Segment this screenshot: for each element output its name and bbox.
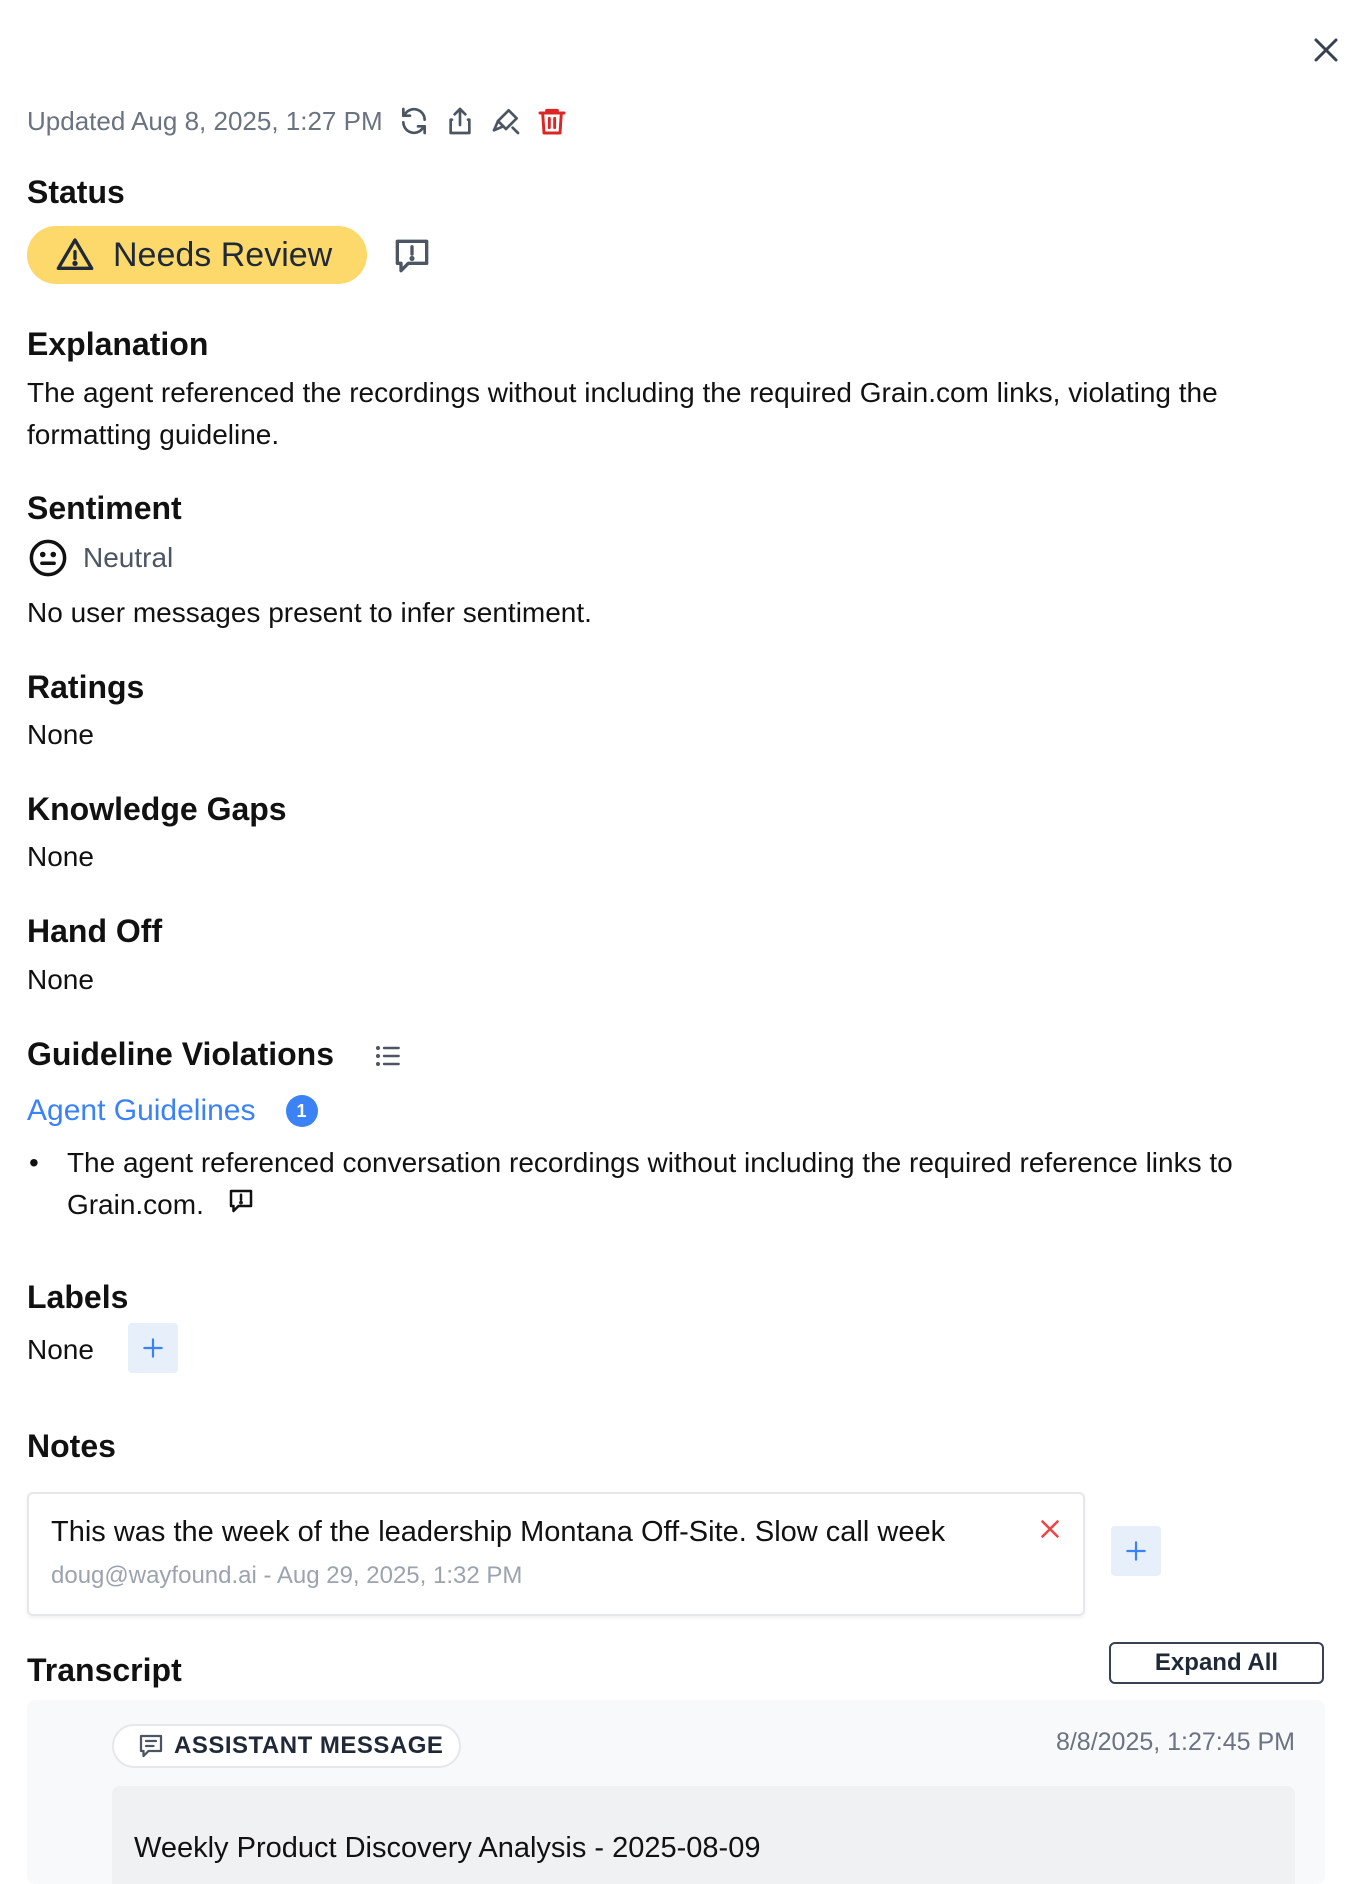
knowledge-gaps-heading: Knowledge Gaps bbox=[27, 791, 287, 827]
message-type-badge[interactable]: ASSISTANT MESSAGE bbox=[112, 1724, 461, 1768]
violation-count-badge: 1 bbox=[285, 1095, 318, 1127]
updated-timestamp: Updated Aug 8, 2025, 1:27 PM bbox=[27, 105, 383, 136]
ratings-value: None bbox=[27, 719, 94, 750]
bullet: • bbox=[29, 1147, 39, 1178]
message-type-label: ASSISTANT MESSAGE bbox=[174, 1732, 444, 1759]
close-icon bbox=[1314, 38, 1338, 62]
status-badge[interactable]: Needs Review bbox=[27, 226, 367, 284]
transcript-heading: Transcript bbox=[27, 1652, 182, 1688]
warning-icon bbox=[56, 238, 94, 270]
hand-off-heading: Hand Off bbox=[27, 913, 163, 949]
violation-list: • The agent referenced conversation reco… bbox=[27, 1142, 1327, 1226]
ratings-heading: Ratings bbox=[27, 669, 145, 705]
plus-icon bbox=[143, 1338, 163, 1358]
clear-button[interactable] bbox=[487, 102, 525, 140]
share-button[interactable] bbox=[441, 102, 479, 140]
message-text: Weekly Product Discovery Analysis - 2025… bbox=[134, 1832, 761, 1864]
status-label: Needs Review bbox=[113, 235, 333, 274]
close-icon bbox=[1041, 1520, 1059, 1538]
paint-brush-icon bbox=[492, 109, 519, 135]
refresh-icon bbox=[401, 107, 426, 135]
knowledge-gaps-value: None bbox=[27, 841, 94, 872]
sentiment-text: No user messages present to infer sentim… bbox=[27, 597, 592, 628]
status-heading: Status bbox=[27, 174, 125, 210]
sentiment-row: Neutral bbox=[27, 537, 173, 579]
agent-guidelines-row: Agent Guidelines 1 bbox=[27, 1094, 318, 1128]
note-text: This was the week of the leadership Mont… bbox=[51, 1516, 946, 1548]
share-icon bbox=[448, 107, 471, 135]
explanation-text: The agent referenced the recordings with… bbox=[27, 377, 1218, 450]
sentiment-heading: Sentiment bbox=[27, 490, 182, 526]
violation-comment-button[interactable] bbox=[226, 1186, 256, 1216]
add-note-button[interactable] bbox=[1111, 1526, 1161, 1576]
message-timestamp: 8/8/2025, 1:27:45 PM bbox=[1055, 1728, 1295, 1756]
list-view-button[interactable] bbox=[372, 1040, 404, 1072]
message-body: Weekly Product Discovery Analysis - 2025… bbox=[112, 1786, 1295, 1884]
close-button[interactable] bbox=[1308, 32, 1344, 68]
neutral-face-icon bbox=[29, 539, 67, 577]
sentiment-value: Neutral bbox=[83, 542, 174, 573]
add-label-button[interactable] bbox=[128, 1323, 178, 1373]
labels-heading: Labels bbox=[27, 1279, 129, 1315]
refresh-button[interactable] bbox=[395, 102, 433, 140]
plus-icon bbox=[1126, 1541, 1146, 1561]
message-icon bbox=[139, 1734, 163, 1758]
hand-off-value: None bbox=[27, 964, 94, 995]
expand-all-button[interactable]: Expand All bbox=[1109, 1642, 1324, 1684]
explanation-heading: Explanation bbox=[27, 326, 209, 362]
delete-button[interactable] bbox=[533, 102, 571, 140]
agent-guidelines-link[interactable]: Agent Guidelines bbox=[27, 1094, 256, 1128]
updated-row: Updated Aug 8, 2025, 1:27 PM bbox=[27, 100, 579, 142]
notes-heading: Notes bbox=[27, 1428, 116, 1464]
violation-text-wrap: The agent referenced conversation record… bbox=[67, 1142, 1327, 1226]
guideline-violations-heading: Guideline Violations bbox=[27, 1036, 335, 1072]
list-icon bbox=[376, 1046, 400, 1066]
note-meta: doug@wayfound.ai - Aug 29, 2025, 1:32 PM bbox=[51, 1562, 523, 1589]
note-card: This was the week of the leadership Mont… bbox=[27, 1492, 1085, 1616]
comment-alert-icon bbox=[395, 239, 429, 273]
comment-alert-icon bbox=[229, 1189, 252, 1213]
labels-value: None bbox=[27, 1334, 94, 1365]
delete-note-button[interactable] bbox=[1035, 1514, 1065, 1544]
trash-icon bbox=[538, 108, 566, 135]
violation-item: • The agent referenced conversation reco… bbox=[27, 1142, 1327, 1226]
status-comment-button[interactable] bbox=[390, 234, 434, 278]
